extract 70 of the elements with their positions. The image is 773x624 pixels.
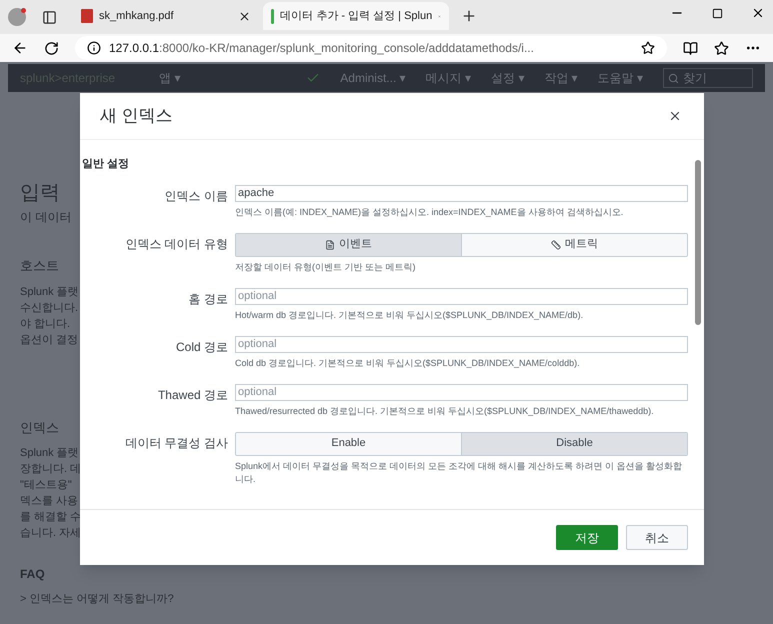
section-text: 덱스를 사용 [20,494,78,509]
maximize-icon[interactable] [712,8,723,19]
section-text: 옵션이 결정 [20,332,78,348]
page-title: 입력 [20,181,60,206]
section-heading: 호스트 [20,257,59,275]
tab-title: 데이터 추가 - 입력 설정 | Splun [280,8,432,24]
modal-title: 새 인덱스 [100,105,173,128]
field-label: 인덱스 이름 [164,188,228,204]
section-text: 수신합니다. [20,300,78,316]
nav-menu[interactable]: 작업 ▾ [544,69,578,87]
page-subtitle: 이 데이터 [20,209,72,226]
nav-menu[interactable]: 도움말 ▾ [598,69,643,87]
nav-menu[interactable]: Administ... ▾ [340,69,406,87]
text-field[interactable]: optional [235,288,688,304]
faq-heading: FAQ [20,566,45,583]
faq-item[interactable]: > 인덱스는 어떻게 작동합니까? [20,591,174,608]
search-icon [668,72,679,84]
close-icon[interactable] [238,10,251,22]
info-icon [87,41,101,55]
save-button[interactable]: 저장 [556,525,618,550]
segment-option[interactable]: Enable [236,432,461,454]
section-text: 장합니다. 데 [20,462,82,477]
section-text: "테스트용" [20,478,72,493]
url-text: 127.0.0.1:8000/ko-KR/manager/splunk_monitoring_console/adddatamethods/i... [109,40,535,57]
segment-option[interactable]: 메트릭 [461,234,687,256]
help-text: Splunk에서 데이터 무결성을 목적으로 데이터의 모든 조각에 대해 해시를 계산하도록 하려면 이 옵션을 활성화합니다. [235,460,684,486]
field-label: 홈 경로 [188,290,228,308]
tab-title: sk_mhkang.pdf [99,8,175,24]
section-text: 습니다. 자세 [20,526,82,541]
text-field[interactable]: optional [235,384,688,400]
close-window-icon[interactable] [751,6,765,20]
cancel-button[interactable]: 취소 [626,525,688,550]
section-title: 일반 설정 [81,157,130,172]
tab-actions-icon[interactable] [42,10,57,25]
reader-icon[interactable] [683,40,698,56]
section-text: 야 합니다. [20,316,70,332]
help-text: Thawed/resurrected db 경로입니다. 기본적으로 비워 두십시오($SPLUNK_DB/INDEX_NAME/thaweddb). [235,404,655,418]
segment-option[interactable]: 이벤트 [236,234,461,256]
field-label: Cold 경로 [174,338,228,356]
field-label: 데이터 무결성 검사 [124,434,228,452]
help-text: 저장할 데이터 유형(이벤트 기반 또는 메트릭) [235,260,416,274]
ruler-icon [551,240,561,250]
field-label: 인덱스 데이터 유형 [124,236,228,252]
search-field[interactable]: 찾기 [663,68,753,88]
help-text: Hot/warm db 경로입니다. 기본적으로 비워 두십시오($SPLUNK_DB/INDEX_NAME/db). [235,308,584,322]
favorite-icon[interactable] [641,41,655,55]
nav-menu[interactable]: 설정 ▾ [490,69,524,87]
help-text: 인덱스 이름(예: INDEX_NAME)을 설정하십시오. index=INDEX_NAME을 사용하여 검색하십시오. [235,206,624,218]
nav-menu[interactable]: 메시지 ▾ [426,69,471,87]
profile-icon[interactable] [8,8,26,26]
new-tab-icon[interactable] [461,8,477,24]
address-bar[interactable]: 127.0.0.1:8000/ko-KR/manager/splunk_monitoring_console/adddatamethods/i... [75,36,667,60]
pdf-icon [81,9,93,23]
field-label: Thawed 경로 [156,386,228,404]
help-text: Cold db 경로입니다. 기본적으로 비워 두십시오($SPLUNK_DB/INDEX_NAME/colddb). [235,356,581,370]
nav-menu[interactable]: 앱 ▾ [159,69,180,87]
browser-tab[interactable]: 데이터 추가 - 입력 설정 | Splun [263,2,449,30]
text-field[interactable]: apache [235,184,688,202]
back-icon[interactable] [12,40,28,56]
section-heading: 인덱스 [20,418,59,436]
favorites-icon[interactable] [714,40,729,56]
section-text: 를 해결할 수 [20,510,82,525]
close-icon[interactable] [668,109,682,123]
scrollbar[interactable] [695,160,701,325]
reload-icon[interactable] [44,40,59,56]
section-text: Splunk 플랫 [20,284,79,300]
text-field[interactable]: optional [235,336,688,352]
segment-option[interactable]: Disable [461,432,687,454]
document-icon [325,240,335,250]
section-text: Splunk 플랫 [20,446,79,461]
